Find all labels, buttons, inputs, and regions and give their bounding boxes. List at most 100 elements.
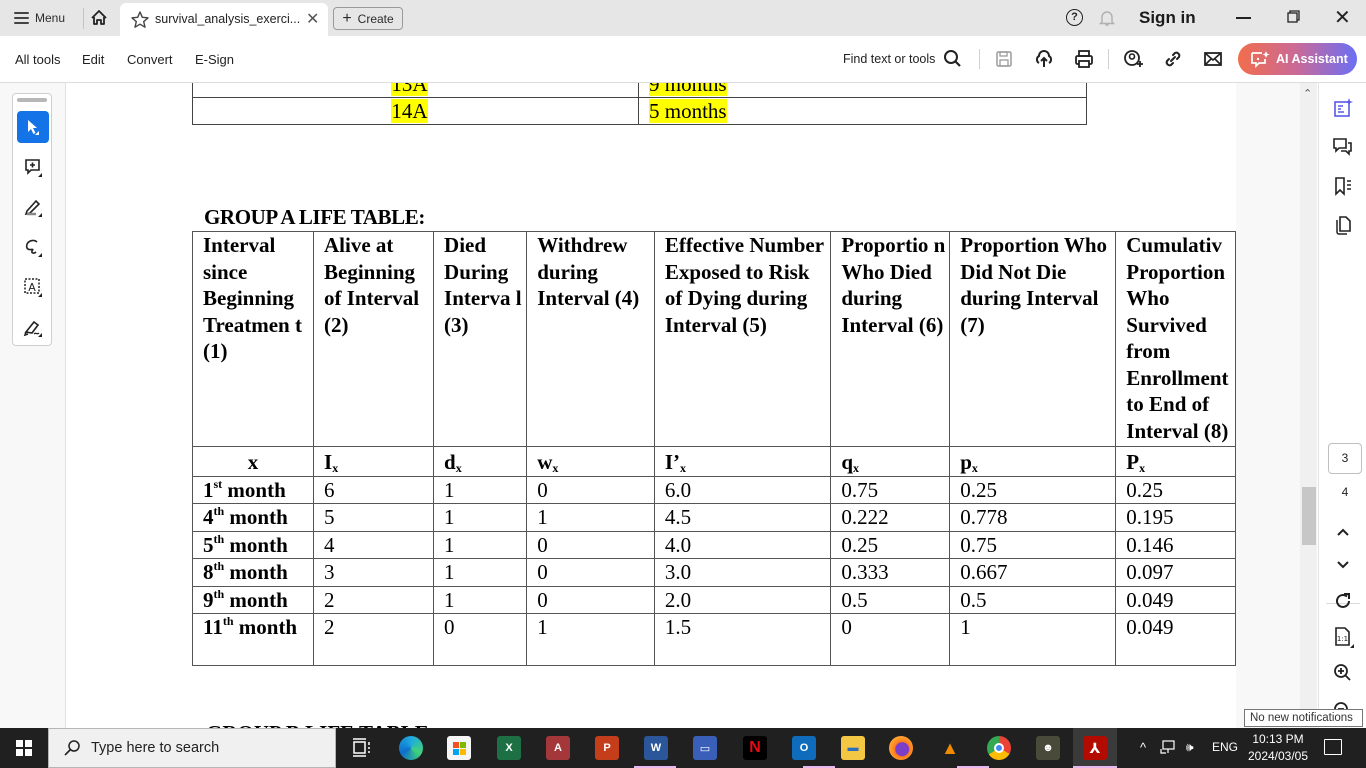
document-viewer[interactable]: 13A 9 months 14A 5 months GROUP A LIFE T… bbox=[66, 83, 1236, 728]
menu-edit[interactable]: Edit bbox=[82, 52, 104, 67]
interval-number: 5 bbox=[203, 532, 214, 557]
publisher-icon[interactable]: ▭ bbox=[693, 736, 717, 760]
select-tool-button[interactable] bbox=[17, 111, 49, 143]
search-icon[interactable] bbox=[942, 48, 964, 70]
vlc-icon[interactable]: ▲ bbox=[938, 736, 962, 760]
vertical-scrollbar[interactable]: ⌃ bbox=[1300, 83, 1317, 728]
powerpoint-icon[interactable]: P bbox=[595, 736, 619, 760]
close-window-icon[interactable]: ✕ bbox=[1334, 5, 1351, 30]
svg-text:A: A bbox=[28, 281, 36, 294]
home-icon[interactable] bbox=[89, 8, 109, 28]
cell-qx: 0.75 bbox=[830, 475, 951, 504]
pen-sign-icon bbox=[23, 320, 42, 337]
symbol-row: x Ix dx wx I’x qx px Px bbox=[192, 446, 1236, 477]
cell-dx: 1 bbox=[433, 475, 528, 504]
cell-lx: 2 bbox=[312, 613, 435, 666]
next-page-icon[interactable] bbox=[1332, 553, 1354, 575]
chrome-icon[interactable] bbox=[987, 736, 1011, 760]
symbol-base: d bbox=[444, 450, 456, 474]
cell-px: 0.097 bbox=[1115, 558, 1236, 587]
email-icon[interactable] bbox=[1202, 48, 1224, 70]
outlook-icon[interactable]: O bbox=[792, 736, 816, 760]
draw-button[interactable] bbox=[17, 231, 49, 263]
cell-lx: 4 bbox=[312, 530, 435, 559]
print-icon[interactable] bbox=[1073, 48, 1095, 70]
restore-icon[interactable] bbox=[1287, 10, 1300, 23]
upload-cloud-icon[interactable] bbox=[1033, 48, 1055, 70]
task-view-icon[interactable] bbox=[350, 736, 374, 760]
taskbar-search-input[interactable]: Type here to search bbox=[48, 728, 336, 768]
word-icon[interactable]: W bbox=[644, 736, 668, 760]
sign-in-button[interactable]: Sign in bbox=[1139, 8, 1196, 28]
menu-convert[interactable]: Convert bbox=[127, 52, 173, 67]
text-recognition-button[interactable]: A bbox=[17, 271, 49, 303]
interval-cell: 11th month bbox=[192, 613, 314, 666]
actual-size-icon[interactable]: 1:1 bbox=[1332, 626, 1354, 648]
rotate-icon[interactable] bbox=[1332, 590, 1354, 612]
previous-page-icon[interactable] bbox=[1332, 521, 1354, 543]
highlight-button[interactable] bbox=[17, 191, 49, 223]
menu-e-sign[interactable]: E-Sign bbox=[195, 52, 234, 67]
menu-all-tools[interactable]: All tools bbox=[15, 52, 61, 67]
language-indicator[interactable]: ENG bbox=[1212, 740, 1238, 754]
close-tab-icon[interactable]: ✕ bbox=[306, 9, 319, 29]
symbol-base: q bbox=[841, 450, 853, 474]
excel-icon[interactable]: X bbox=[497, 736, 521, 760]
edge-icon[interactable] bbox=[399, 736, 423, 760]
microsoft-store-icon[interactable] bbox=[447, 736, 471, 760]
scrollbar-thumb[interactable] bbox=[1302, 487, 1316, 545]
bookmarks-icon[interactable] bbox=[1332, 175, 1354, 197]
game-icon[interactable]: ☻ bbox=[1036, 736, 1060, 760]
menu-button[interactable]: Menu bbox=[14, 9, 65, 27]
current-page-input[interactable]: 3 bbox=[1328, 443, 1362, 474]
table-row: 8th month 3 1 0 3.0 0.333 0.667 0.097 bbox=[192, 558, 1236, 587]
interval-cell: 9th month bbox=[192, 585, 314, 614]
cell-lx: 5 bbox=[312, 503, 435, 532]
firefox-icon[interactable] bbox=[889, 736, 913, 760]
divider bbox=[83, 8, 84, 29]
acrobat-taskbar-button[interactable]: ⅄ bbox=[1073, 728, 1117, 768]
link-icon[interactable] bbox=[1162, 48, 1184, 70]
sign-button[interactable] bbox=[17, 311, 49, 343]
page-thumbnails-icon[interactable] bbox=[1332, 214, 1354, 236]
interval-unit: month bbox=[227, 477, 286, 502]
life-table-title: GROUP A LIFE TABLE: bbox=[204, 205, 425, 229]
volume-icon[interactable]: 🕪 bbox=[1186, 740, 1194, 755]
taskbar-clock[interactable]: 10:13 PM 2024/03/05 bbox=[1246, 731, 1310, 765]
windows-start-icon[interactable] bbox=[16, 740, 32, 756]
cell-wx: 0 bbox=[526, 558, 655, 587]
netflix-icon[interactable]: N bbox=[743, 736, 767, 760]
drag-handle[interactable] bbox=[17, 98, 47, 102]
cell-wx: 0 bbox=[526, 585, 655, 614]
create-button[interactable]: + Create bbox=[333, 7, 403, 30]
minimize-icon[interactable] bbox=[1236, 17, 1251, 19]
document-tab[interactable]: survival_analysis_exerci... ✕ bbox=[120, 3, 328, 36]
bell-icon[interactable] bbox=[1098, 9, 1116, 27]
cell-px: 0.5 bbox=[949, 585, 1117, 614]
add-comment-button[interactable] bbox=[17, 151, 49, 183]
cell-dx: 0 bbox=[433, 613, 528, 666]
header-proportion-survived: Proportion Who Did Not Die during Interv… bbox=[949, 231, 1117, 447]
save-icon[interactable] bbox=[993, 48, 1015, 70]
star-icon[interactable] bbox=[130, 10, 150, 30]
ordinal-suffix: th bbox=[213, 586, 225, 601]
action-center-icon[interactable] bbox=[1324, 739, 1342, 755]
ai-summary-icon[interactable] bbox=[1332, 97, 1354, 119]
find-text-label[interactable]: Find text or tools bbox=[843, 52, 935, 66]
file-explorer-icon[interactable]: ▬ bbox=[841, 736, 865, 760]
help-icon[interactable]: ? bbox=[1066, 9, 1083, 26]
cell-qx: 0.333 bbox=[830, 558, 951, 587]
symbol-cell: I’x bbox=[653, 446, 832, 477]
show-hidden-icons[interactable]: ^ bbox=[1140, 740, 1146, 755]
cell-px: 0.667 bbox=[949, 558, 1117, 587]
document-gutter bbox=[1236, 83, 1300, 728]
access-icon[interactable]: A bbox=[546, 736, 570, 760]
share-user-icon[interactable] bbox=[1122, 48, 1144, 70]
cell-lpx: 3.0 bbox=[653, 558, 832, 587]
network-icon[interactable] bbox=[1160, 739, 1176, 755]
comments-icon[interactable] bbox=[1332, 136, 1354, 158]
scroll-up-icon[interactable]: ⌃ bbox=[1303, 87, 1312, 100]
previous-data-table: 13A 9 months 14A 5 months bbox=[192, 83, 1087, 125]
zoom-in-icon[interactable] bbox=[1332, 662, 1354, 684]
ai-assistant-button[interactable]: AI Assistant bbox=[1238, 43, 1357, 75]
